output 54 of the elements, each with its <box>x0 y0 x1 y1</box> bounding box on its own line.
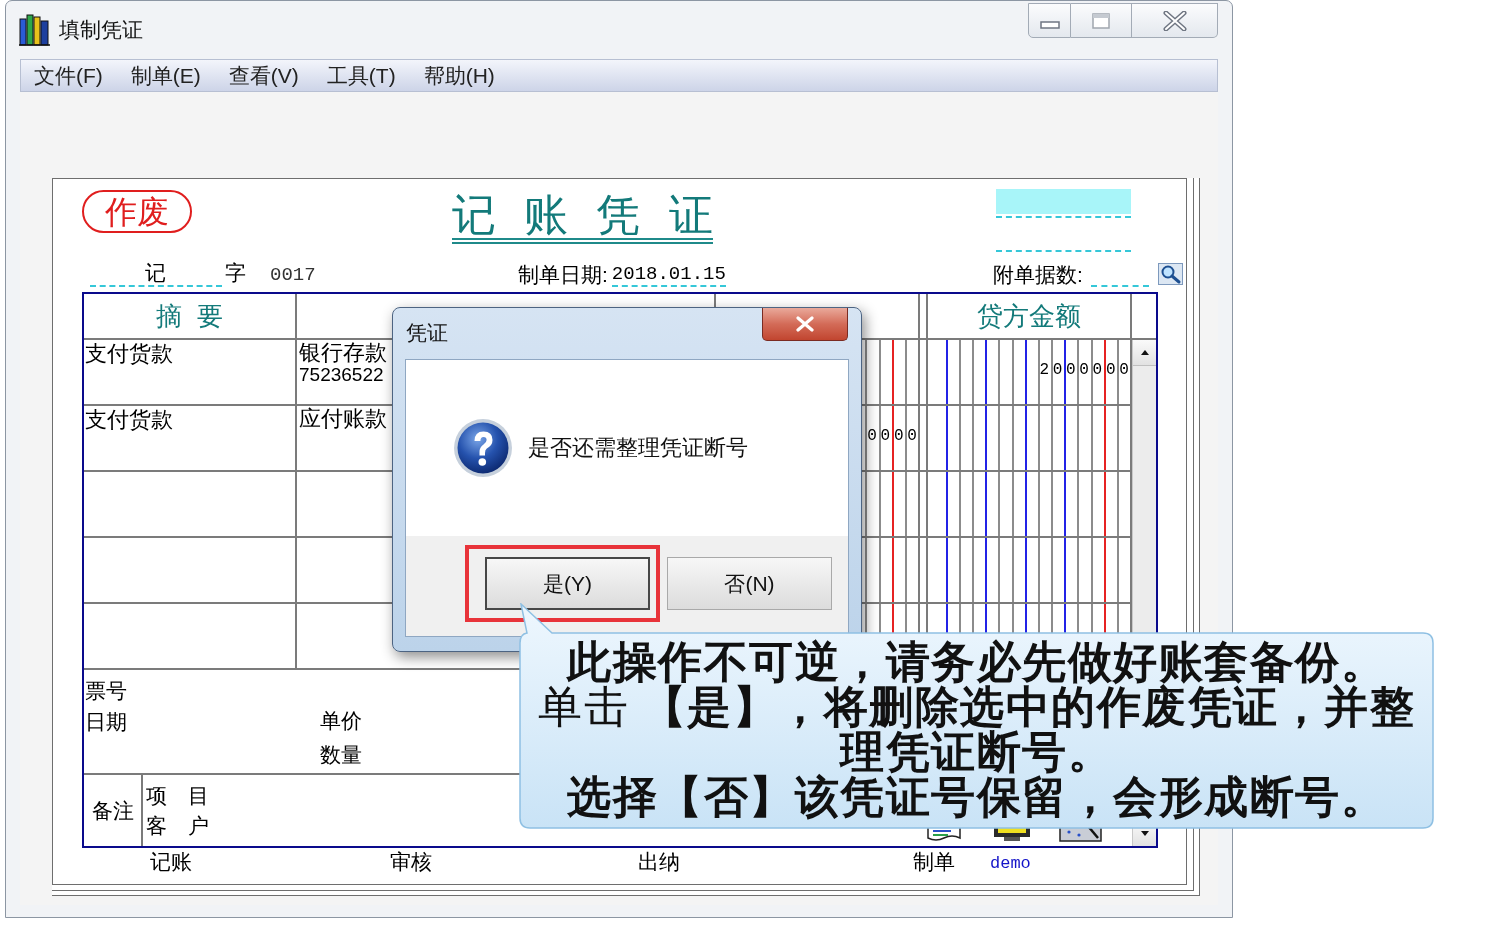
maximize-icon <box>1092 12 1110 29</box>
close-icon <box>1162 10 1187 31</box>
column-header: 贷方金额 <box>977 301 1081 331</box>
menu-item[interactable]: 工具(T) <box>319 62 403 89</box>
dialog-button[interactable]: 是(Y) <box>485 557 650 610</box>
callout-text: 选择【否】该凭证号保留，会形成断号。 <box>566 775 1387 820</box>
void-stamp: 作废 <box>82 190 192 233</box>
voucher-number: 0017 <box>270 264 316 286</box>
signature-label: 记账 <box>150 850 192 873</box>
signature-value: demo <box>990 853 1031 875</box>
table-cell: 银行存款 <box>299 341 387 365</box>
books-icon <box>19 14 50 46</box>
signature-label: 审核 <box>390 850 432 873</box>
date-label: 制单日期: <box>518 263 608 287</box>
signature-label: 出纳 <box>638 850 680 873</box>
close-button[interactable] <box>762 308 848 341</box>
menu-item[interactable]: 查看(V) <box>221 62 306 89</box>
window-title: 填制凭证 <box>59 18 143 42</box>
close-button[interactable] <box>1132 3 1218 38</box>
voucher-title: 记 账 凭 证 <box>452 192 713 244</box>
table-cell: 支付货款 <box>85 341 173 366</box>
dialog-message: 是否还需整理凭证断号 <box>528 435 748 461</box>
callout-text: 单击 【是】，将删除选中的作废凭证，并整理凭证断号。 <box>537 685 1416 775</box>
menu-item[interactable]: 帮助(H) <box>416 62 502 89</box>
up-triangle-icon <box>1140 350 1149 355</box>
field-label: 票号 <box>85 678 127 704</box>
attachments-label: 附单据数: <box>993 263 1083 287</box>
minimize-button[interactable] <box>1028 3 1071 38</box>
signature-label: 制单 <box>913 850 955 873</box>
custom-field[interactable] <box>995 189 1131 218</box>
field-label: 日期 <box>85 709 127 735</box>
field-label: 单价 <box>320 708 362 734</box>
callout-text: 此操作不可逆，请务必先做好账套备份。 <box>566 640 1386 685</box>
menu-item[interactable]: 制单(E) <box>123 62 208 89</box>
field-label: 备注 <box>91 798 134 823</box>
field-label: 项 目 <box>146 783 209 809</box>
date-field[interactable]: 2018.01.15 <box>611 263 726 287</box>
column-header: 摘 要 <box>156 301 223 331</box>
scroll-up-button[interactable] <box>1133 340 1156 366</box>
table-cell: 应付账款 <box>299 407 387 431</box>
field-label: 客 户 <box>146 813 209 839</box>
type-suffix-label: 字 <box>225 261 246 284</box>
minimize-icon <box>1039 20 1060 29</box>
close-icon <box>796 316 814 332</box>
dialog-button[interactable]: 否(N) <box>667 557 832 610</box>
field-label: 数量 <box>320 742 362 768</box>
table-cell: 支付货款 <box>85 407 173 432</box>
voucher-type-field[interactable]: 记 <box>90 261 222 287</box>
search-icon[interactable] <box>1157 263 1183 285</box>
table-cell: 75236522 <box>299 365 384 385</box>
dialog-title: 凭证 <box>405 320 448 346</box>
question-icon <box>453 418 513 478</box>
down-triangle-icon <box>1140 831 1149 836</box>
menu-item[interactable]: 文件(F) <box>27 62 110 89</box>
